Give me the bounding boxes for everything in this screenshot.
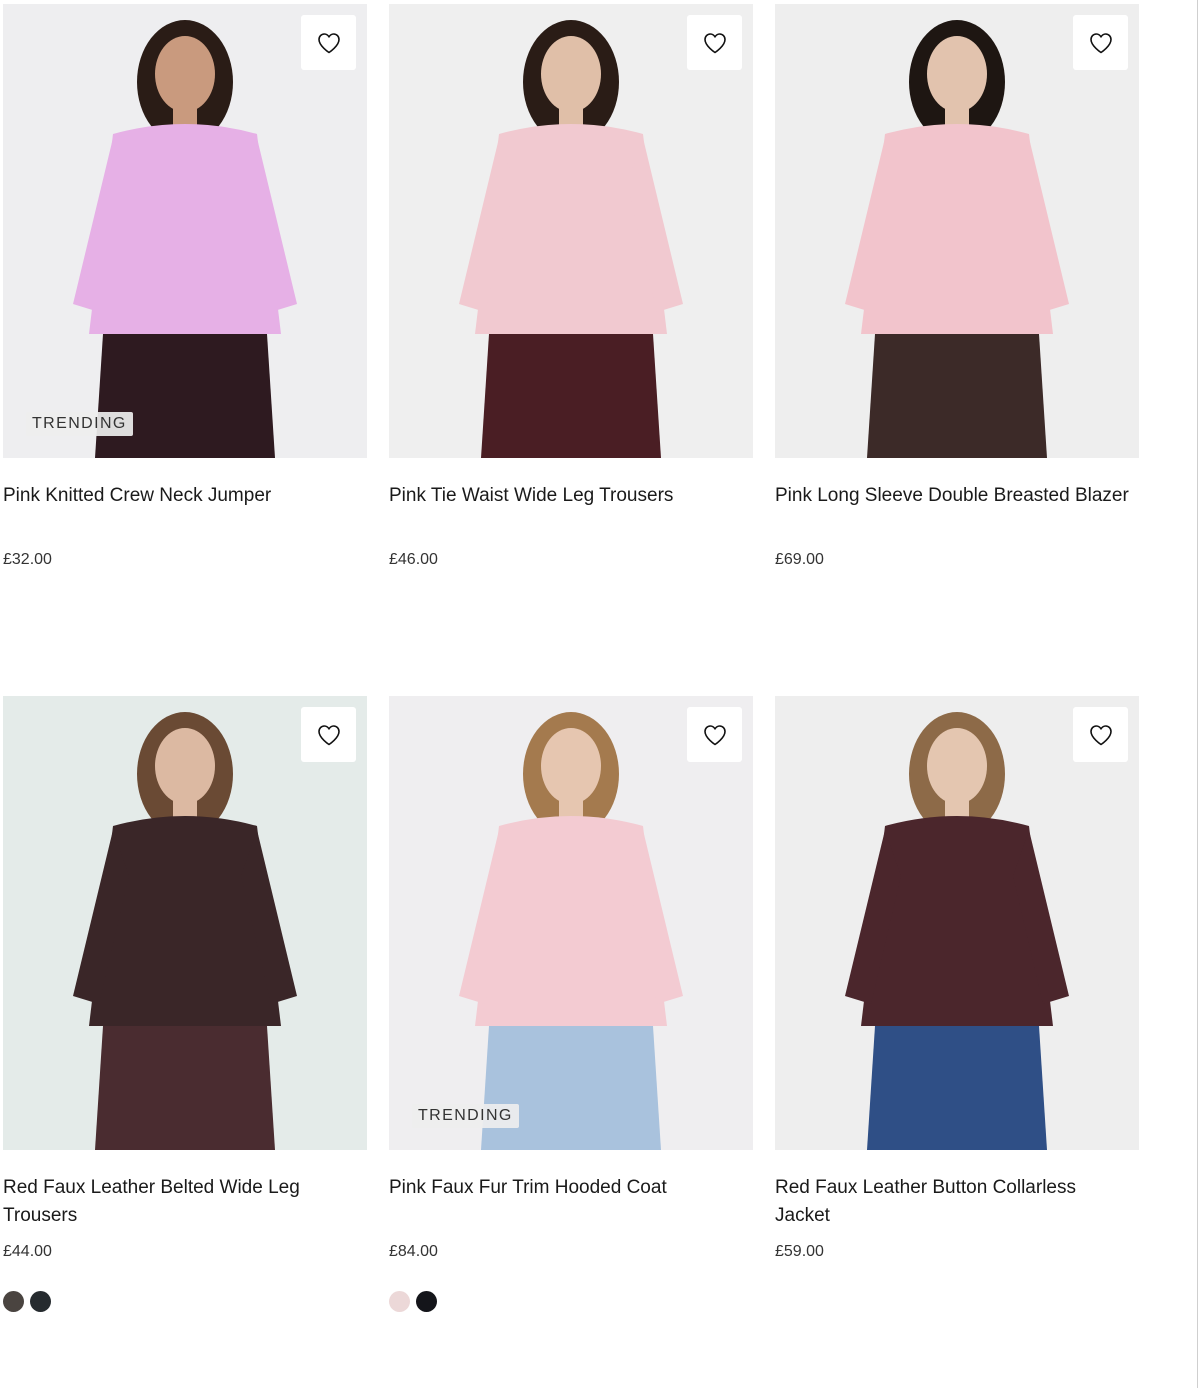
heart-icon (703, 724, 726, 745)
product-image[interactable] (389, 4, 753, 458)
product-card-4[interactable]: Red Faux Leather Belted Wide Leg Trouser… (3, 696, 367, 1312)
heart-icon (1089, 724, 1112, 745)
product-title[interactable]: Pink Knitted Crew Neck Jumper (3, 482, 367, 538)
heart-icon (703, 32, 726, 53)
product-photo (775, 4, 1139, 458)
trending-badge: TRENDING (26, 412, 133, 436)
heart-icon (317, 724, 340, 745)
product-photo (389, 696, 753, 1150)
product-price: £59.00 (775, 1243, 824, 1260)
product-price: £44.00 (3, 1243, 52, 1260)
product-title[interactable]: Pink Faux Fur Trim Hooded Coat (389, 1174, 753, 1230)
product-title[interactable]: Red Faux Leather Belted Wide Leg Trouser… (3, 1174, 367, 1230)
color-swatch-charcoal[interactable] (30, 1291, 51, 1312)
color-swatches (3, 1291, 367, 1312)
product-grid-page: TRENDING Pink Knitted Crew Neck Jumper £… (0, 0, 1200, 1388)
product-card-3[interactable]: Pink Long Sleeve Double Breasted Blazer … (775, 4, 1139, 696)
product-card-2[interactable]: Pink Tie Waist Wide Leg Trousers £46.00 (389, 4, 753, 696)
product-price: £84.00 (389, 1243, 438, 1260)
product-image[interactable] (3, 696, 367, 1150)
trending-badge: TRENDING (412, 1104, 519, 1128)
color-swatch-black[interactable] (416, 1291, 437, 1312)
product-card-5[interactable]: TRENDING Pink Faux Fur Trim Hooded Coat … (389, 696, 753, 1312)
product-card-6[interactable]: Red Faux Leather Button Collarless Jacke… (775, 696, 1139, 1312)
product-title[interactable]: Pink Long Sleeve Double Breasted Blazer (775, 482, 1139, 538)
product-image[interactable]: TRENDING (389, 696, 753, 1150)
product-photo (389, 4, 753, 458)
heart-icon (1089, 32, 1112, 53)
wishlist-button[interactable] (301, 707, 356, 762)
color-swatch-blush[interactable] (389, 1291, 410, 1312)
product-card-1[interactable]: TRENDING Pink Knitted Crew Neck Jumper £… (3, 4, 367, 696)
product-image[interactable]: TRENDING (3, 4, 367, 458)
wishlist-button[interactable] (1073, 15, 1128, 70)
product-grid: TRENDING Pink Knitted Crew Neck Jumper £… (3, 4, 1139, 1312)
product-title[interactable]: Pink Tie Waist Wide Leg Trousers (389, 482, 753, 538)
product-image[interactable] (775, 4, 1139, 458)
product-photo (3, 696, 367, 1150)
wishlist-button[interactable] (1073, 707, 1128, 762)
color-swatches (389, 1291, 753, 1312)
heart-icon (317, 32, 340, 53)
product-photo (3, 4, 367, 458)
product-title[interactable]: Red Faux Leather Button Collarless Jacke… (775, 1174, 1139, 1230)
product-photo (775, 696, 1139, 1150)
product-price: £69.00 (775, 551, 824, 568)
product-price: £46.00 (389, 551, 438, 568)
product-price: £32.00 (3, 551, 52, 568)
wishlist-button[interactable] (687, 15, 742, 70)
color-swatch-dark-brown[interactable] (3, 1291, 24, 1312)
scrollbar-divider (1197, 0, 1198, 1388)
product-image[interactable] (775, 696, 1139, 1150)
wishlist-button[interactable] (301, 15, 356, 70)
wishlist-button[interactable] (687, 707, 742, 762)
